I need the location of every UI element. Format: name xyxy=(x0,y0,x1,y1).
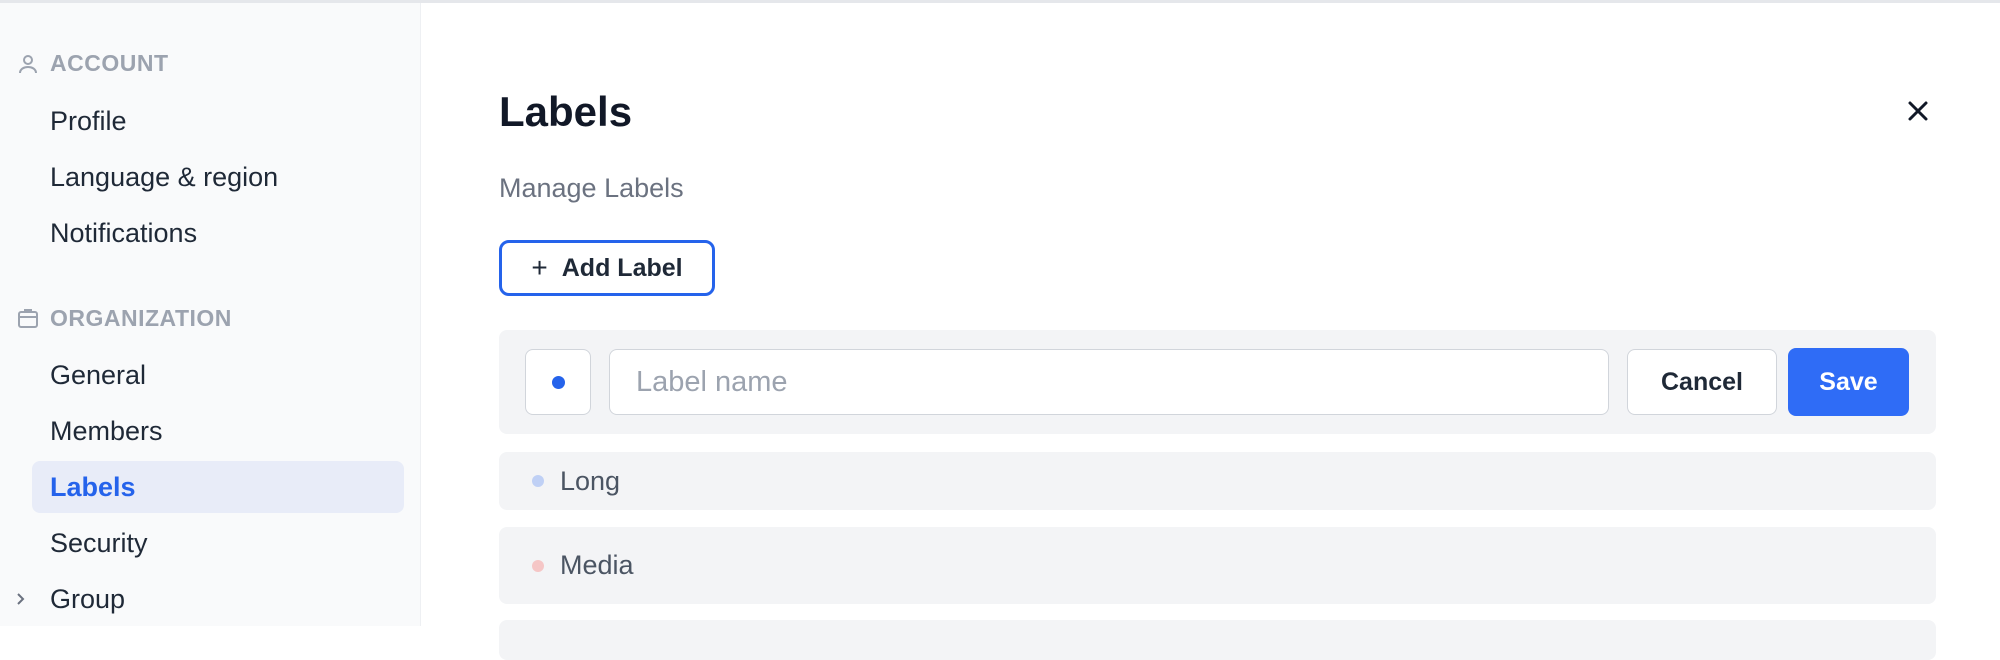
sidebar-item-labels[interactable]: Labels xyxy=(32,461,404,513)
list-item[interactable]: Media xyxy=(499,527,1936,604)
sidebar-item-label: Members xyxy=(50,415,163,446)
label-editor-row: Cancel Save xyxy=(499,330,1936,434)
label-name: Media xyxy=(560,550,634,580)
label-name-input[interactable] xyxy=(609,349,1609,415)
account-section-header: ACCOUNT xyxy=(16,50,169,77)
sidebar-item-language-region[interactable]: Language & region xyxy=(32,151,404,203)
sidebar-item-profile[interactable]: Profile xyxy=(32,95,404,147)
building-icon xyxy=(18,308,38,328)
label-color-dot xyxy=(532,559,544,572)
color-swatch xyxy=(551,375,565,389)
sidebar-item-security[interactable]: Security xyxy=(32,517,404,569)
account-section-label: ACCOUNT xyxy=(50,50,169,76)
sidebar-item-label: Security xyxy=(50,527,148,558)
sidebar-item-members[interactable]: Members xyxy=(32,405,404,457)
plus-icon: + xyxy=(531,252,548,283)
user-icon xyxy=(19,54,37,73)
close-icon xyxy=(1908,101,1928,121)
sidebar-item-label: Profile xyxy=(50,105,127,136)
sidebar-item-label: Labels xyxy=(50,471,136,502)
sidebar-item-general[interactable]: General xyxy=(32,349,404,401)
chevron-right-icon[interactable] xyxy=(12,591,28,607)
color-picker-button[interactable] xyxy=(525,349,591,415)
sidebar-item-group[interactable]: Group xyxy=(32,573,404,625)
close-button[interactable] xyxy=(1900,93,1936,129)
settings-sidebar: ACCOUNT Profile Language & region Notifi… xyxy=(0,3,421,626)
add-label-button-text: Add Label xyxy=(561,253,683,282)
page-subtitle: Manage Labels xyxy=(499,173,684,203)
organization-section-label: ORGANIZATION xyxy=(50,305,232,331)
label-name: Long xyxy=(560,465,621,496)
sidebar-item-label: Language & region xyxy=(50,161,279,192)
save-button[interactable]: Save xyxy=(1788,348,1909,416)
sidebar-item-label: Notifications xyxy=(50,217,198,248)
organization-section-header: ORGANIZATION xyxy=(16,305,232,332)
cancel-button[interactable]: Cancel xyxy=(1627,349,1777,415)
sidebar-item-notifications[interactable]: Notifications xyxy=(32,207,404,259)
label-color-dot xyxy=(532,475,544,487)
add-label-button[interactable]: + Add Label xyxy=(499,240,715,296)
list-item[interactable] xyxy=(499,620,1936,660)
sidebar-item-label: General xyxy=(50,359,147,390)
list-item[interactable]: Long xyxy=(499,452,1936,510)
sidebar-item-label: Group xyxy=(50,583,126,614)
page-title: Labels xyxy=(499,88,633,135)
